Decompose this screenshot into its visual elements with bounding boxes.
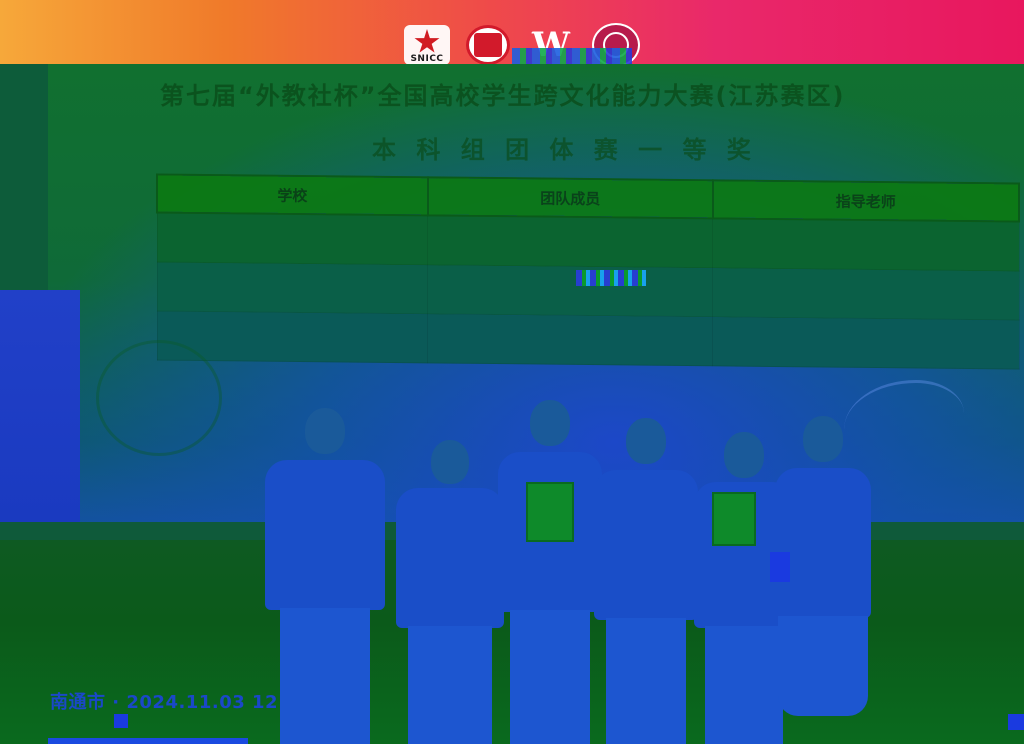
person-body: [396, 488, 504, 628]
side-panel-blue: [0, 290, 80, 524]
table-cell: [712, 267, 1019, 321]
seal-center: [474, 33, 502, 57]
certificate: [526, 482, 574, 542]
table-cell: [157, 212, 428, 265]
table-cell: [427, 215, 713, 268]
person-legs: [606, 618, 686, 744]
table-cell: [157, 261, 428, 314]
university-seal-icon: [466, 25, 510, 65]
compression-artifact: [48, 738, 248, 744]
person-head: [724, 432, 764, 478]
star-logo-icon: SNICC: [404, 25, 450, 65]
blue-artifact: [770, 552, 790, 582]
person-head: [803, 416, 843, 462]
person-body: [265, 460, 385, 610]
background-emblem: [96, 340, 222, 456]
person-legs: [510, 610, 590, 744]
table-cell: [712, 316, 1019, 370]
snicc-logo-text: SNICC: [410, 54, 444, 64]
person-body: [594, 470, 698, 620]
table-cell: [712, 218, 1019, 272]
compression-artifact: [1008, 714, 1024, 730]
header-school: 学校: [157, 174, 428, 216]
person-legs: [408, 626, 492, 744]
person-head: [305, 408, 345, 454]
person-dress: [778, 616, 868, 716]
certificate: [712, 492, 756, 546]
header-advisor: 指导老师: [712, 180, 1019, 222]
screen-headline: 第七届“外教社杯”全国高校学生跨文化能力大赛(江苏赛区): [160, 82, 846, 110]
screen-subline: 本 科 组 团 体 赛 一 等 奖: [372, 136, 757, 164]
person-legs: [280, 608, 370, 744]
table-cell: [427, 313, 713, 366]
header-team-members: 团队成员: [427, 177, 713, 219]
compression-artifact: [114, 714, 128, 728]
person-head: [431, 440, 469, 484]
photo-timestamp: 南通市 · 2024.11.03 12: [50, 692, 279, 713]
person-body: [775, 468, 871, 618]
table-row: [157, 212, 1019, 272]
person-head: [626, 418, 666, 464]
event-photo: SNICC W 第七届“外教社杯”全国高校学生跨文化能力大赛(江苏赛区) 本 科…: [0, 0, 1024, 744]
table-row: [157, 310, 1019, 370]
red-star-icon: [414, 29, 440, 53]
person-head: [530, 400, 570, 446]
table-cell: [427, 264, 713, 317]
compression-artifact: [576, 270, 646, 286]
